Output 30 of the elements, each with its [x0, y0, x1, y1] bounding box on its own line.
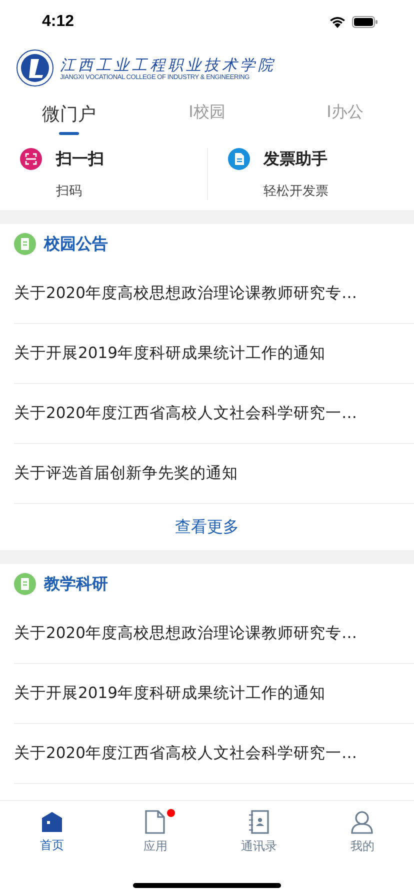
view-more-link[interactable]: 查看更多	[0, 504, 414, 550]
college-emblem-icon	[16, 49, 54, 87]
notice-link[interactable]: 关于2020年度高校思想政治理论课教师研究专…	[14, 283, 357, 304]
wifi-icon	[329, 16, 346, 28]
college-name: 江西工业工程职业技术学院	[60, 56, 276, 74]
notice-link[interactable]: 关于2020年度高校思想政治理论课教师研究专…	[14, 623, 357, 644]
contact-book-icon	[248, 810, 270, 834]
notice-link[interactable]: 关于开展2019年度科研成果统计工作的通知	[14, 343, 326, 364]
section-title: 校园公告	[44, 234, 108, 254]
tab-bar-item[interactable]: 首页	[0, 801, 104, 863]
section-title: 教学科研	[44, 574, 108, 594]
battery-icon	[352, 16, 378, 28]
person-icon	[350, 810, 374, 834]
notice-link[interactable]: 关于开展2019年度科研成果统计工作的通知	[14, 683, 326, 704]
notice-link[interactable]: 关于评选首届创新争先奖的通知	[14, 463, 238, 484]
status-time: 4:12	[42, 13, 74, 31]
tab[interactable]: 微门户	[0, 94, 138, 138]
notice-link[interactable]: 关于2020年度江西省高校人文社会科学研究一…	[14, 743, 357, 764]
tab-bar-item[interactable]: 通讯录	[207, 801, 310, 863]
tab-bar-item[interactable]: 我的	[310, 801, 414, 863]
document-icon	[145, 810, 166, 834]
action-subtitle: 扫码	[56, 183, 83, 200]
tab-bar-item[interactable]: 应用	[104, 801, 207, 863]
home-icon	[40, 810, 63, 832]
notice-icon	[14, 573, 36, 595]
notice-icon	[14, 233, 36, 255]
action-subtitle: 轻松开发票	[264, 183, 330, 200]
notice-link[interactable]: 关于2020年度江西省高校人文社会科学研究一…	[14, 403, 357, 424]
action-title[interactable]: 扫一扫	[56, 148, 206, 170]
action-title[interactable]: 发票助手	[264, 148, 414, 170]
